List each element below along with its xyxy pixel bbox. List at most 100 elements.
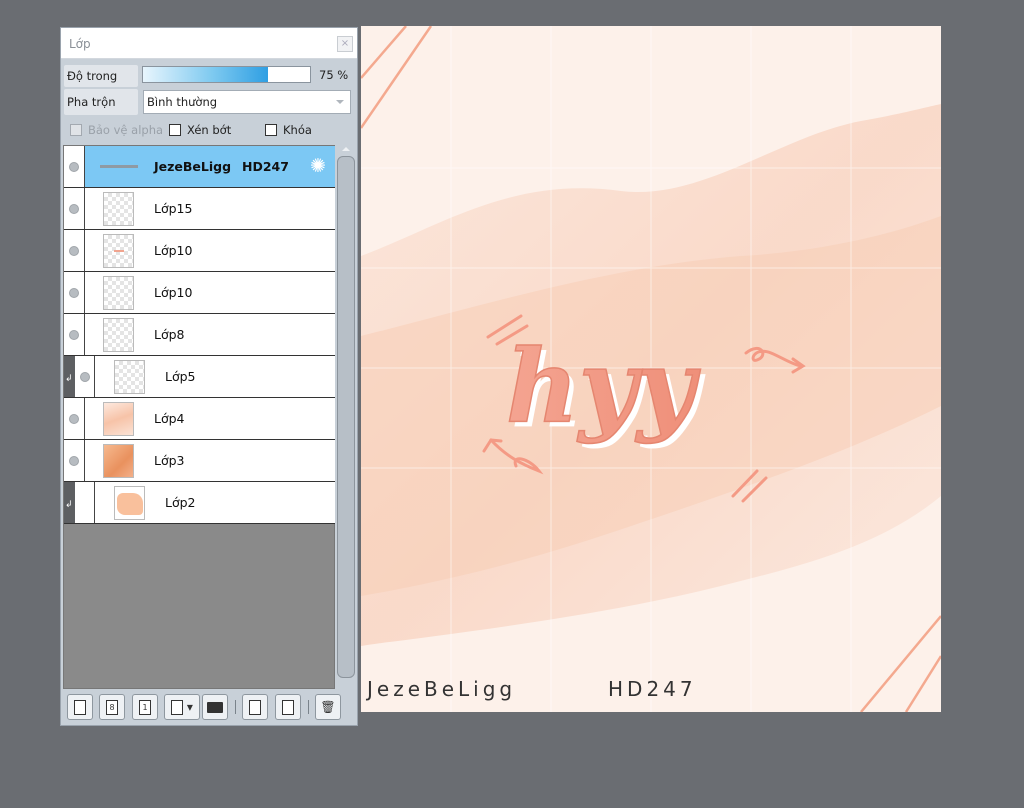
visibility-toggle[interactable] [64,188,85,229]
trash-icon: 🗑 [320,700,336,714]
layer-list-scrollbar[interactable] [337,145,355,689]
new-layer-icon [74,700,86,715]
eye-icon [69,288,79,298]
add-layer-menu-icon [171,700,184,715]
protect-alpha-label: Bảo vệ alpha [88,123,164,137]
corner-lines-top-left [361,26,433,129]
protect-alpha-checkbox[interactable]: Bảo vệ alpha [70,123,163,139]
gear-icon[interactable]: ✺ [310,156,326,176]
checkbox-box [70,124,82,136]
eye-icon [69,162,79,172]
visibility-toggle[interactable] [64,314,85,355]
layer-thumbnail [103,402,134,436]
visibility-toggle[interactable] [75,482,95,523]
lock-checkbox[interactable]: Khóa [265,123,312,139]
new-8bit-layer-button[interactable]: 8 [99,694,125,720]
visibility-toggle[interactable] [75,356,95,397]
layer-thumbnail [103,276,134,310]
chevron-down-icon [336,100,344,104]
checkbox-box [169,124,181,136]
add-layer-menu-button[interactable]: ▾ [164,694,200,720]
layer-thumbnail [103,192,134,226]
visibility-toggle[interactable] [64,146,85,187]
opacity-slider[interactable] [142,66,311,83]
layer-name: Lớp3 [154,453,185,468]
layer-row[interactable]: Lớp15 [64,188,335,230]
blend-mode-value: Bình thường [147,95,218,109]
text-layer-thumbnail [100,165,138,168]
toolbar-separator [308,700,309,714]
panel-title-bar: Lớp × [61,28,357,59]
layer-thumbnail [103,444,134,478]
signature-right: HD247 [608,677,697,701]
visibility-toggle[interactable] [64,398,85,439]
delete-layer-button[interactable]: 🗑 [315,694,341,720]
layer-thumbnail [103,318,134,352]
layer-name: Lớp4 [154,411,185,426]
layer-row[interactable]: Lớp8 [64,314,335,356]
blend-mode-label: Pha trộn [64,89,138,115]
eye-icon [80,372,90,382]
layer-list: JezeBeLigg HD247 ✺ Lớp15 Lớp10 Lớp10 Lớp… [63,145,335,689]
layer-name: Lớp5 [165,369,196,384]
corner-lines-bottom-right [860,615,941,712]
clipping-checkbox[interactable]: Xén bớt [169,123,231,139]
duplicate-icon [249,700,261,715]
layer-name: Lớp2 [165,495,196,510]
eye-icon [69,246,79,256]
scroll-up-icon[interactable] [342,147,350,151]
layer-name: Lớp8 [154,327,185,342]
layer-name: Lớp15 [154,201,193,216]
layer-row[interactable]: Lớp3 [64,440,335,482]
clipping-indicator: ↲ [64,356,75,397]
drawing-canvas[interactable]: hyy hyy JezeBeLigg HD247 [361,26,941,712]
visibility-toggle[interactable] [64,230,85,271]
lock-label: Khóa [283,123,312,137]
toolbar-separator [235,700,236,714]
8bit-layer-icon: 8 [106,700,118,715]
artwork: hyy hyy [361,26,941,712]
layer-thumbnail [103,234,134,268]
signature-left: JezeBeLigg [367,677,517,701]
layer-row[interactable]: JezeBeLigg HD247 ✺ [64,146,335,188]
eye-icon [69,456,79,466]
new-layer-button[interactable] [67,694,93,720]
panel-title: Lớp [69,37,91,51]
eye-icon [69,204,79,214]
layer-name: JezeBeLigg [154,159,232,174]
visibility-toggle[interactable] [64,272,85,313]
layer-thumbnail [114,360,145,394]
artwork-text: hyy [506,327,701,445]
clip-arrow-icon: ↲ [65,374,73,384]
layer-row[interactable]: Lớp10 [64,272,335,314]
panel-close-button[interactable]: × [337,36,353,52]
duplicate-layer-button[interactable] [242,694,268,720]
layer-name: Lớp10 [154,285,193,300]
merge-layer-button[interactable] [275,694,301,720]
layer-row[interactable]: ↲ Lớp2 [64,482,335,524]
opacity-label: Độ trong [64,65,138,87]
eye-icon [69,414,79,424]
opacity-value: 75 % [319,68,349,82]
new-1bit-layer-button[interactable]: 1 [132,694,158,720]
eye-icon [69,330,79,340]
layer-toolbar: 8 1 ▾ 🗑 [61,691,357,725]
clip-arrow-icon: ↲ [65,500,73,510]
blend-mode-select[interactable]: Bình thường [143,90,351,114]
1bit-layer-icon: 1 [139,700,151,715]
layer-thumbnail [114,486,145,520]
layer-name-suffix: HD247 [242,159,289,174]
opacity-slider-fill [143,67,268,82]
layer-row[interactable]: Lớp10 [64,230,335,272]
visibility-toggle[interactable] [64,440,85,481]
new-folder-button[interactable] [202,694,228,720]
layer-name: Lớp10 [154,243,193,258]
layer-row[interactable]: Lớp4 [64,398,335,440]
checkbox-box [265,124,277,136]
layer-row[interactable]: ↲ Lớp5 [64,356,335,398]
layer-panel: Lớp × Độ trong 75 % Pha trộn Bình thường… [60,27,358,726]
scrollbar-thumb[interactable] [337,156,355,678]
folder-icon [207,702,223,713]
clipping-indicator: ↲ [64,482,75,523]
merge-down-icon [282,700,294,715]
